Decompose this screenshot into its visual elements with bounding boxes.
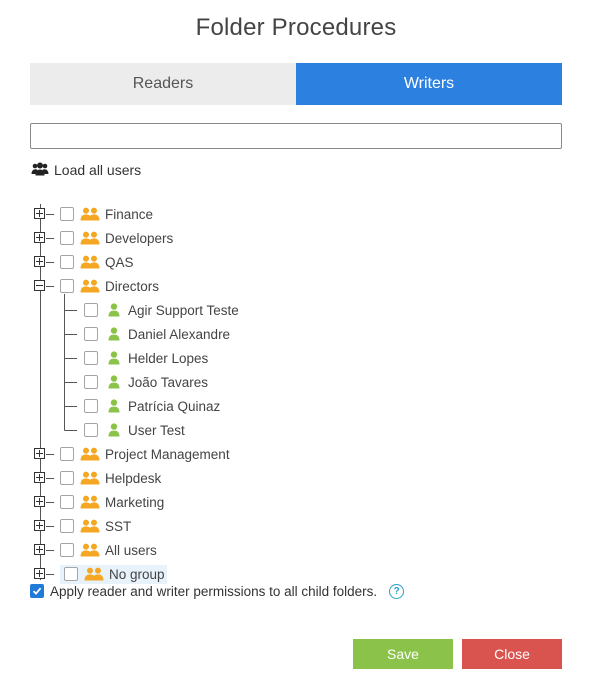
group-icon [80,279,100,293]
tree-user-agir-support-teste: Agir Support Teste [84,298,239,322]
expand-toggle-no-group[interactable] [34,568,45,579]
tree-group-directors: Directors [60,274,159,298]
group-label[interactable]: Developers [105,231,173,246]
user-label[interactable]: Daniel Alexandre [128,327,230,342]
tab-readers[interactable]: Readers [30,63,296,105]
group-icon [80,495,100,509]
user-icon [108,399,120,413]
close-button[interactable]: Close [462,639,562,669]
tree-user-helder-lopes: Helder Lopes [84,346,208,370]
group-label[interactable]: Project Management [105,447,230,462]
group-checkbox[interactable] [60,519,74,533]
tree-group-qas: QAS [60,250,134,274]
tree-user-user-test: User Test [84,418,185,442]
user-checkbox[interactable] [84,351,98,365]
group-icon [80,543,100,557]
user-label[interactable]: Agir Support Teste [128,303,239,318]
dialog-title: Folder Procedures [195,14,397,41]
group-icon [80,471,100,485]
tree-group-all-users: All users [60,538,157,562]
group-label[interactable]: Directors [105,279,159,294]
user-checkbox[interactable] [84,399,98,413]
tree-group-developers: Developers [60,226,173,250]
tree-group-finance: Finance [60,202,153,226]
users-icon [31,162,54,179]
user-label[interactable]: Helder Lopes [128,351,208,366]
group-icon [80,447,100,461]
group-label[interactable]: QAS [105,255,134,270]
user-checkbox[interactable] [84,327,98,341]
group-checkbox[interactable] [60,495,74,509]
user-label[interactable]: Patrícia Quinaz [128,399,220,414]
group-checkbox[interactable] [60,255,74,269]
expand-toggle-finance[interactable] [34,208,45,219]
group-checkbox[interactable] [60,471,74,485]
user-checkbox[interactable] [84,303,98,317]
tree-group-project-management: Project Management [60,442,230,466]
apply-child-folders-label: Apply reader and writer permissions to a… [50,583,378,599]
group-icon [80,255,100,269]
tree-user-daniel-alexandre: Daniel Alexandre [84,322,230,346]
group-icon [80,207,100,221]
group-label[interactable]: Marketing [105,495,164,510]
user-icon [108,375,120,389]
expand-toggle-qas[interactable] [34,256,45,267]
expand-toggle-all-users[interactable] [34,544,45,555]
user-icon [108,423,120,437]
user-label[interactable]: João Tavares [128,375,208,390]
user-icon [108,327,120,341]
user-checkbox[interactable] [84,375,98,389]
group-label[interactable]: All users [105,543,157,558]
tree-group-sst: SST [60,514,131,538]
expand-toggle-marketing[interactable] [34,496,45,507]
user-checkbox[interactable] [84,423,98,437]
tab-writers[interactable]: Writers [296,63,562,105]
collapse-toggle-directors[interactable] [34,280,45,291]
group-checkbox[interactable] [60,279,74,293]
user-label[interactable]: User Test [128,423,185,438]
expand-toggle-sst[interactable] [34,520,45,531]
group-label[interactable]: Helpdesk [105,471,161,486]
group-checkbox[interactable] [60,543,74,557]
tree-group-helpdesk: Helpdesk [60,466,161,490]
group-checkbox[interactable] [60,231,74,245]
group-checkbox[interactable] [60,447,74,461]
apply-child-folders-checkbox[interactable] [30,584,44,598]
apply-child-folders-option: Apply reader and writer permissions to a… [30,582,405,600]
group-checkbox[interactable] [60,207,74,221]
user-icon [108,351,120,365]
group-icon [80,231,100,245]
group-checkbox[interactable] [64,567,78,581]
group-icon [84,567,104,581]
expand-toggle-project-management[interactable] [34,448,45,459]
tab-bar: Readers Writers [30,63,562,105]
tree-user-patricia-quinaz: Patrícia Quinaz [84,394,220,418]
group-label[interactable]: Finance [105,207,153,222]
load-all-users-label: Load all users [54,162,142,178]
group-label[interactable]: SST [105,519,131,534]
save-button[interactable]: Save [353,639,453,669]
tree-group-marketing: Marketing [60,490,164,514]
user-icon [108,303,120,317]
expand-toggle-helpdesk[interactable] [34,472,45,483]
tree-user-joao-tavares: João Tavares [84,370,208,394]
group-icon [80,519,100,533]
load-all-users-link[interactable]: Load all users [31,160,141,180]
search-input[interactable] [30,123,562,149]
group-label[interactable]: No group [109,567,165,582]
help-icon[interactable]: ? [389,583,405,599]
expand-toggle-developers[interactable] [34,232,45,243]
